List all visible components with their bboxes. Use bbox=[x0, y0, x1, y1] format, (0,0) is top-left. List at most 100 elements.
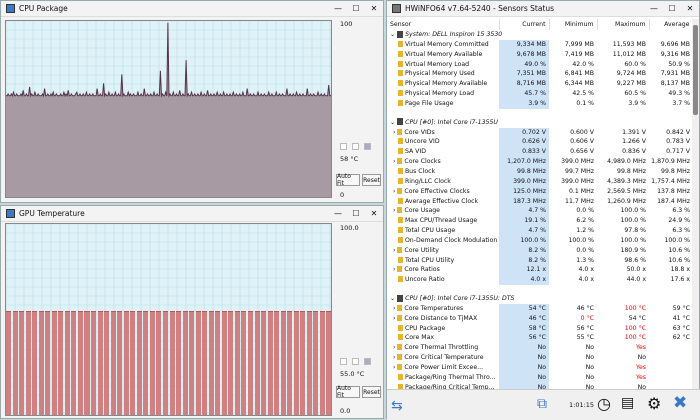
close-icon[interactable]: ✕ bbox=[365, 206, 383, 222]
maximize-icon[interactable]: ☐ bbox=[347, 1, 365, 17]
cpu-reset-button[interactable]: Reset bbox=[362, 174, 381, 186]
sensor-row[interactable]: Physical Memory Load 45.7 % 42.5 % 60.5 % 49… bbox=[387, 89, 693, 99]
sensor-row[interactable]: › Core Thermal Throttling No No Yes bbox=[387, 343, 693, 354]
sensor-row[interactable]: Virtual Memory Committed 9,334 MB 7,999 MB… bbox=[387, 39, 693, 50]
collapse-icon[interactable]: ⌄ bbox=[390, 119, 395, 126]
sensor-row[interactable]: Total CPU Utility 8.2 % 1.3 % 98.6 % 10.6 % bbox=[387, 255, 693, 266]
close-icon[interactable]: ✕ bbox=[365, 1, 383, 17]
sensor-row[interactable]: Package/Ring Thermal Thro... No No Yes bbox=[387, 372, 693, 383]
sensor-row[interactable]: › Core Usage 4.7 % 0.0 % 100.0 % 6.3 % bbox=[387, 206, 693, 217]
sensor-row[interactable]: Uncore VID 0.626 V 0.606 V 1.266 V 0.783 V bbox=[387, 137, 693, 148]
gpu-option-box-3[interactable] bbox=[364, 358, 371, 365]
sensor-row[interactable]: Physical Memory Available 8,716 MB 6,344 M… bbox=[387, 79, 693, 90]
close-x-icon[interactable]: ✖ bbox=[673, 393, 687, 413]
expand-arrow-icon[interactable]: › bbox=[393, 158, 395, 165]
sensor-row[interactable]: › Core Clocks 1,207.0 MHz 399.0 MHz 4,989.0… bbox=[387, 157, 693, 167]
sensor-row[interactable]: › Core Critical Temperature No No No bbox=[387, 353, 693, 363]
column-maximum[interactable]: Maximum bbox=[597, 19, 650, 30]
maximize-icon[interactable]: ☐ bbox=[663, 1, 681, 17]
sensor-row[interactable]: SA VID 0.833 V 0.656 V 0.836 V 0.717 V bbox=[387, 147, 693, 158]
sensor-label: Ring/LLC Clock bbox=[404, 177, 451, 185]
cpu-option-box-3[interactable] bbox=[364, 143, 371, 150]
maximum-value: No bbox=[637, 354, 646, 362]
gpu-bar bbox=[267, 310, 273, 415]
minimize-icon[interactable]: — bbox=[329, 206, 347, 222]
current-value: 46 °C bbox=[499, 313, 549, 324]
sensor-row[interactable]: › Core Distance to TjMAX 46 °C 0 °C 54 °C 41… bbox=[387, 313, 693, 324]
sensor-row[interactable]: › Core Utility 8.2 % 0.0 % 180.9 % 10.6 % bbox=[387, 245, 693, 256]
maximum-value: 100.0 % bbox=[620, 217, 646, 225]
vertical-scrollbar[interactable] bbox=[692, 19, 699, 389]
sensor-row[interactable]: Virtual Memory Available 9,678 MB 7,419 MB… bbox=[387, 49, 693, 60]
sensor-row[interactable]: Total CPU Usage 4.7 % 1.2 % 97.8 % 6.3 % bbox=[387, 226, 693, 236]
sensor-row[interactable]: Physical Memory Used 7,351 MB 6,841 MB 9,72… bbox=[387, 69, 693, 80]
sensor-row[interactable]: Page File Usage 3.9 % 0.1 % 3.9 % 3.7 % bbox=[387, 98, 693, 109]
sensor-group-header[interactable]: ⌄ CPU [#0]: Intel Core i7-1355U bbox=[387, 118, 693, 128]
sensor-group-header[interactable]: ⌄ CPU [#0]: Intel Core i7-1355U: DTS bbox=[387, 294, 693, 304]
column-minimum[interactable]: Minimum bbox=[549, 19, 598, 30]
network-icon[interactable]: ⧉ bbox=[537, 396, 547, 412]
column-current[interactable]: Current bbox=[499, 19, 550, 30]
gpu-option-box-2[interactable] bbox=[352, 358, 359, 365]
average-value bbox=[649, 353, 693, 363]
sensor-group-header[interactable]: ⌄ System: DELL Inspiron 15 3530 bbox=[387, 30, 693, 40]
expand-arrow-icon[interactable]: › bbox=[393, 266, 395, 273]
expand-arrow-icon[interactable]: › bbox=[393, 207, 395, 214]
average-value: 17.6 x bbox=[670, 276, 690, 284]
sensor-row[interactable]: Core Max 56 °C 55 °C 100 °C 62 °C bbox=[387, 333, 693, 344]
sensor-row[interactable]: › Core Power Limit Excee... No No Yes bbox=[387, 363, 693, 373]
expand-arrow-icon[interactable]: › bbox=[393, 305, 395, 312]
minimize-icon[interactable]: — bbox=[329, 1, 347, 17]
expand-arrow-icon[interactable]: › bbox=[393, 354, 395, 361]
sensor-row[interactable]: › Core Temperatures 54 °C 46 °C 100 °C 59 °C bbox=[387, 303, 693, 314]
column-average[interactable]: Average bbox=[649, 19, 693, 30]
sensor-row[interactable]: Uncore Ratio 4.0 x 4.0 x 44.0 x 17.6 x bbox=[387, 275, 693, 286]
expand-arrow-icon[interactable]: › bbox=[393, 344, 395, 351]
expand-arrow-icon[interactable]: › bbox=[393, 364, 395, 371]
report-icon[interactable]: ▤ bbox=[621, 395, 634, 411]
cpu-option-box-1[interactable] bbox=[340, 143, 347, 150]
scrollbar-thumb[interactable] bbox=[693, 25, 698, 115]
current-value: 9,678 MB bbox=[499, 49, 549, 60]
sensors-window-titlebar[interactable]: HWiNFO64 v7.64-5240 - Sensors Status — ☐… bbox=[387, 1, 699, 17]
sensor-row[interactable]: › Core Ratios 12.1 x 4.0 x 50.0 x 18.8 x bbox=[387, 265, 693, 276]
expand-arrow-icon[interactable]: › bbox=[393, 129, 395, 136]
maximize-icon[interactable]: ☐ bbox=[347, 206, 365, 222]
cpu-option-box-2[interactable] bbox=[352, 143, 359, 150]
gpu-reset-button[interactable]: Reset bbox=[362, 386, 381, 398]
sensor-row[interactable]: Bus Clock 99.8 MHz 99.7 MHz 99.8 MHz 99.8 MH… bbox=[387, 166, 693, 177]
sensor-row[interactable]: Max CPU/Thread Usage 19.1 % 6.2 % 100.0 % 24… bbox=[387, 216, 693, 227]
sensor-row[interactable]: Virtual Memory Load 49.0 % 42.0 % 60.0 % 50.… bbox=[387, 59, 693, 70]
close-icon[interactable]: ✕ bbox=[681, 1, 699, 17]
cpu-package-graph bbox=[6, 21, 331, 197]
collapse-icon[interactable]: ⌄ bbox=[390, 31, 395, 38]
gpu-option-box-1[interactable] bbox=[340, 358, 347, 365]
minimize-icon[interactable]: — bbox=[645, 1, 663, 17]
sensor-row[interactable]: Average Effective Clock 187.3 MHz 11.7 MHz… bbox=[387, 196, 693, 207]
collapse-icon[interactable]: ⌄ bbox=[390, 295, 395, 302]
arrows-nav-icon[interactable]: ⇆ bbox=[391, 398, 403, 414]
gpu-auto-fit-button[interactable]: Auto Fit bbox=[336, 385, 360, 399]
sensor-row[interactable]: On-Demand Clock Modulation 100.0 % 100.0 %… bbox=[387, 235, 693, 246]
sensor-row[interactable]: CPU Package 58 °C 56 °C 100 °C 63 °C bbox=[387, 323, 693, 334]
maximum-value: 100.0 % bbox=[620, 207, 646, 215]
group-label: CPU [#0]: Intel Core i7-1355U: DTS bbox=[405, 295, 515, 303]
clock-icon[interactable]: ◷ bbox=[597, 394, 611, 413]
maximum-value: 60.0 % bbox=[624, 60, 646, 68]
gpu-bar bbox=[19, 310, 25, 415]
expand-arrow-icon[interactable]: › bbox=[393, 188, 395, 195]
minimum-value: 42.0 % bbox=[572, 60, 594, 68]
settings-gear-icon[interactable]: ⚙ bbox=[647, 394, 661, 413]
sensor-row[interactable]: Ring/LLC Clock 399.0 MHz 399.0 MHz 4,389.3 … bbox=[387, 176, 693, 187]
cpu-auto-fit-button[interactable]: Auto Fit bbox=[336, 173, 360, 187]
sensor-row[interactable]: › Core VIDs 0.702 V 0.600 V 1.391 V 0.842 V bbox=[387, 127, 693, 138]
column-sensor[interactable]: Sensor bbox=[387, 19, 500, 30]
cpu-window-titlebar[interactable]: CPU Package — ☐ ✕ bbox=[1, 1, 383, 17]
expand-arrow-icon[interactable]: › bbox=[393, 315, 395, 322]
maximum-value: 100 °C bbox=[624, 334, 646, 342]
gpu-temperature-window: GPU Temperature — ☐ ✕ 100.0 55.0 °C Auto… bbox=[0, 205, 384, 419]
sensor-row[interactable]: › Core Effective Clocks 125.0 MHz 0.1 MHz 2… bbox=[387, 186, 693, 197]
gpu-window-titlebar[interactable]: GPU Temperature — ☐ ✕ bbox=[1, 206, 383, 222]
expand-arrow-icon[interactable]: › bbox=[393, 247, 395, 254]
sensor-icon bbox=[397, 373, 403, 380]
